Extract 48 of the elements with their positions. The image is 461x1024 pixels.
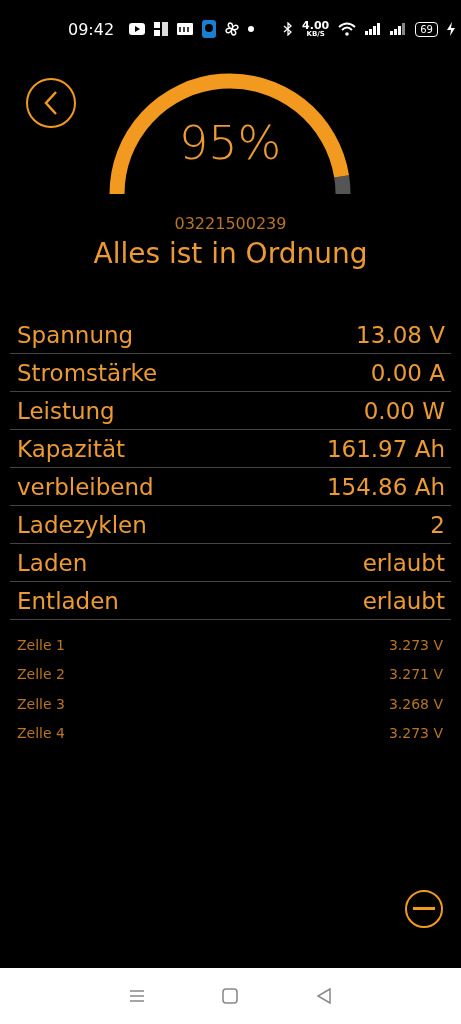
minus-icon: [413, 907, 435, 911]
news-app-icon: [177, 23, 194, 35]
value-label: Leistung: [17, 397, 115, 424]
value-label: Entladen: [17, 587, 119, 614]
status-message: Alles ist in Ordnung: [92, 237, 369, 270]
clock: 09:42: [68, 19, 115, 39]
value-reading: erlaubt: [362, 587, 445, 614]
battery-level: 69: [415, 21, 438, 37]
charge-percentage: 95%: [177, 116, 283, 170]
square-icon: [222, 988, 239, 1004]
serial-number: 03221500239: [173, 214, 288, 233]
value-label: Laden: [17, 549, 88, 576]
value-reading: 13.08 V: [356, 321, 445, 348]
cell-label: Zelle 1: [17, 636, 65, 653]
cell-voltage: 3.273 V: [388, 636, 443, 653]
signal-icon: [390, 23, 407, 35]
collapse-button[interactable]: [405, 890, 443, 928]
back-icon: [43, 90, 59, 116]
bluetooth-icon: [283, 22, 294, 36]
value-reading: 154.86 Ah: [326, 473, 445, 500]
charging-icon: [447, 22, 455, 36]
cell-label: Zelle 3: [17, 695, 65, 712]
value-reading: 0.00 A: [370, 359, 445, 386]
cell-label: Zelle 2: [17, 666, 65, 683]
value-reading: erlaubt: [362, 549, 445, 576]
triangle-icon: [316, 988, 333, 1004]
dot-icon: [248, 26, 255, 32]
cell-voltage: 3.268 V: [388, 695, 443, 712]
menu-icon: [128, 989, 145, 1003]
news-app-icon: [154, 22, 169, 36]
gauge-track: [334, 175, 351, 195]
fan-icon: [225, 22, 240, 36]
value-label: Ladezyklen: [17, 511, 147, 538]
value-label: Stromstärke: [17, 359, 158, 386]
play-icon: [129, 23, 146, 35]
back-button[interactable]: [26, 78, 76, 128]
cell-label: Zelle 4: [17, 725, 65, 742]
value-reading: 0.00 W: [363, 397, 445, 424]
cell-voltage: 3.273 V: [388, 725, 443, 742]
signal-icon: [365, 23, 382, 35]
cell-voltage: 3.271 V: [388, 666, 443, 683]
app-icon: [202, 20, 217, 38]
value-label: verbleibend: [17, 473, 154, 500]
value-reading: 161.97 Ah: [326, 435, 445, 462]
value-label: Kapazität: [17, 435, 126, 462]
wifi-icon: [338, 22, 357, 36]
value-reading: 2: [430, 511, 445, 538]
value-label: Spannung: [17, 321, 134, 348]
